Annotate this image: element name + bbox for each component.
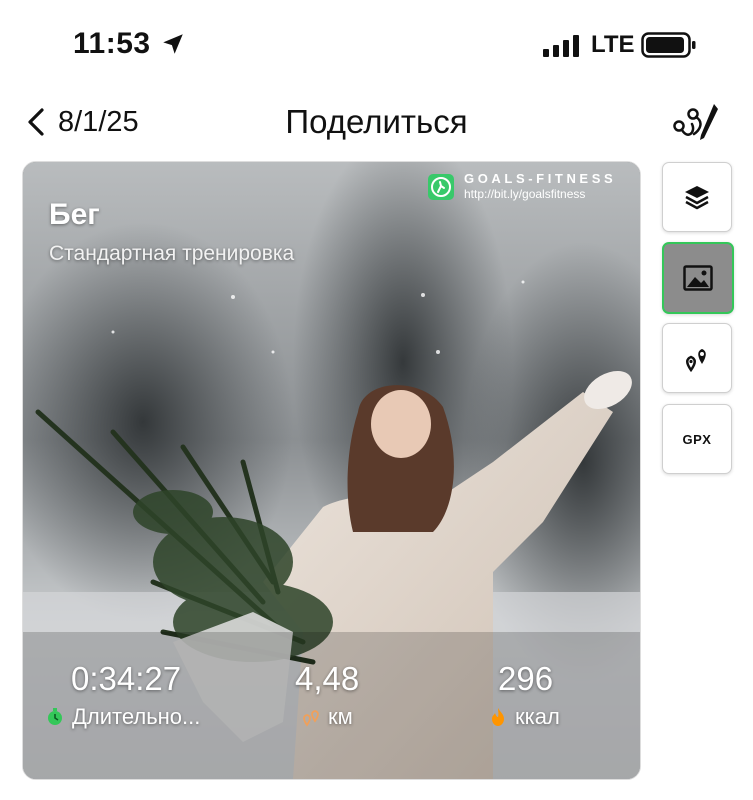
calories-value: 296 [498,660,554,697]
route-edit-icon[interactable] [670,100,722,148]
photo-button[interactable] [662,242,734,314]
brand-name: GOALS-FITNESS [464,171,617,186]
image-icon [683,265,713,291]
battery-icon [641,32,696,58]
distance-stat: 4,48 км [295,660,359,730]
calories-stat: 296 ккал [492,660,560,730]
map-pins-button[interactable] [662,323,732,393]
sport-title: Бег [49,198,100,231]
calories-unit: ккал [515,704,560,729]
brand-url: http://bit.ly/goalsfitness [464,187,586,201]
status-time: 11:53 [73,27,151,60]
distance-unit: км [328,704,353,729]
gpx-button[interactable]: GPX [662,404,732,474]
duration-value: 0:34:27 [71,660,182,697]
signal-bars-icon [543,33,579,57]
nav-bar: 8/1/25 Поделиться [0,95,753,150]
flame-icon [492,708,504,726]
pins-icon [303,710,319,727]
distance-value: 4,48 [295,660,360,697]
workout-type: Стандартная тренировка [49,242,295,265]
layers-icon [685,186,709,210]
share-card: GOALS-FITNESS http://bit.ly/goalsfitness… [22,161,641,780]
gpx-label: GPX [682,431,712,447]
location-arrow-icon [163,34,183,54]
network-type: LTE [591,31,635,58]
status-bar: 11:53 LTE [0,0,753,90]
brand-watermark: GOALS-FITNESS http://bit.ly/goalsfitness [428,171,633,203]
back-date-label[interactable]: 8/1/25 [58,106,139,139]
map-pins-icon [686,349,706,373]
brand-logo-icon [428,174,454,200]
back-chevron-icon[interactable] [22,107,52,137]
layers-button[interactable] [662,162,732,232]
clock-icon [48,708,62,725]
duration-label: Длительно... [72,704,201,729]
duration-stat: 0:34:27 Длительно... [48,660,201,730]
